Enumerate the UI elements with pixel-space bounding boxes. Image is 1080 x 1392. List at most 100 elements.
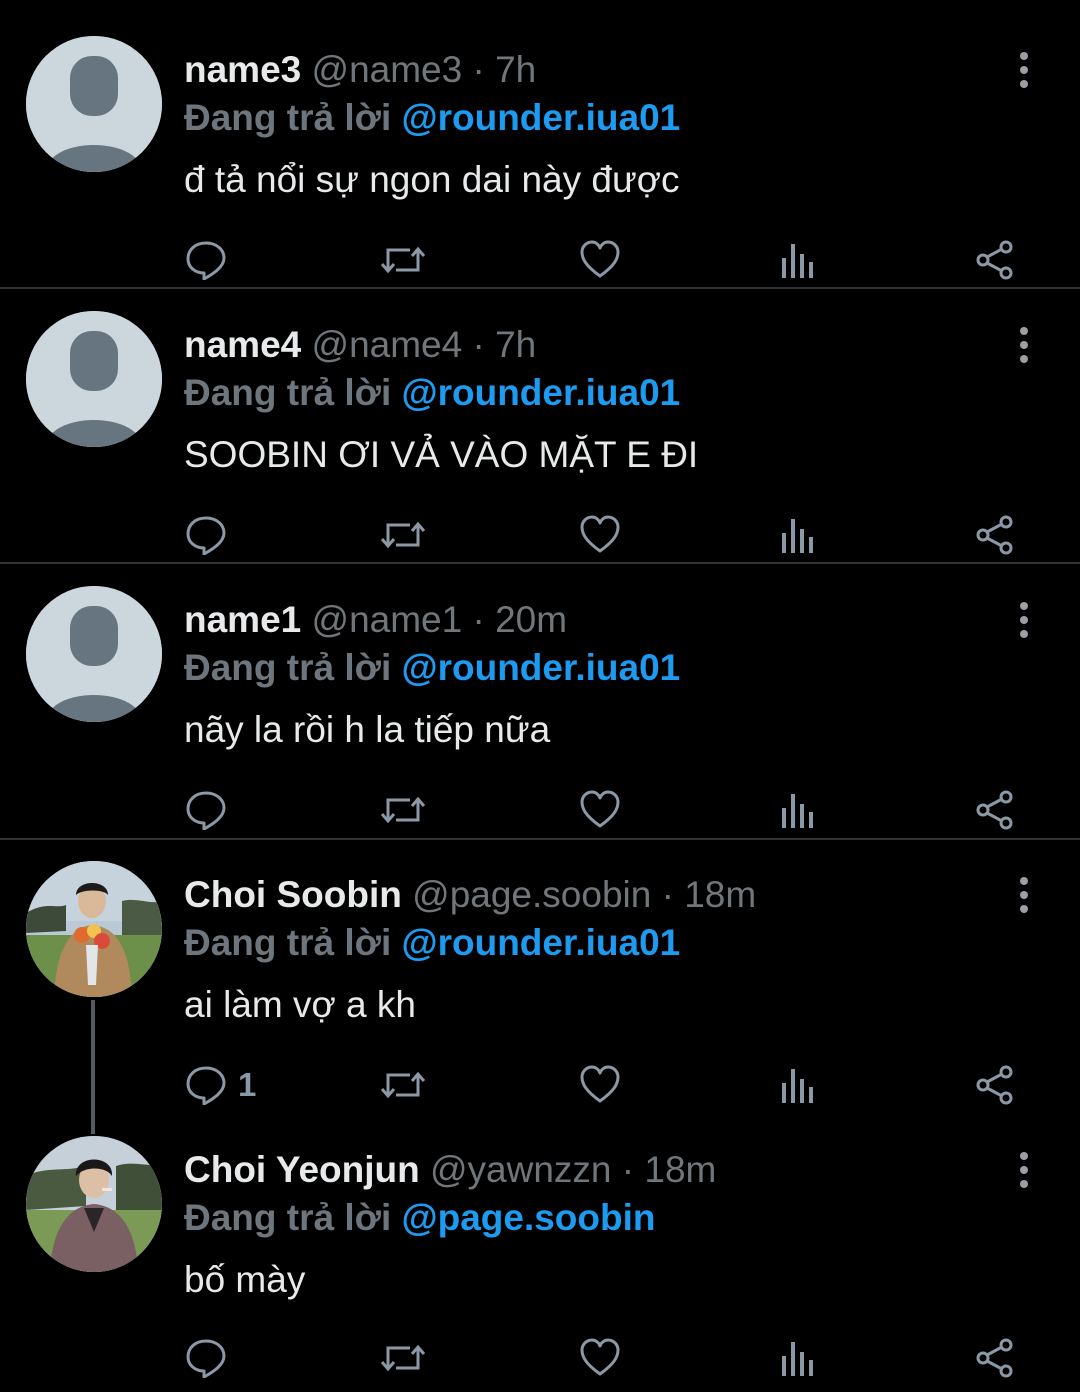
- action-bar: [0, 505, 1080, 565]
- heart-icon: [580, 790, 620, 828]
- share-button[interactable]: [974, 230, 1016, 290]
- like-button[interactable]: [580, 230, 620, 290]
- views-button[interactable]: [778, 780, 818, 840]
- retweet-button[interactable]: [380, 505, 426, 565]
- display-name[interactable]: Choi Soobin: [184, 874, 402, 915]
- retweet-button[interactable]: [380, 230, 426, 290]
- retweet-arrows-icon: [380, 521, 426, 549]
- reply-button[interactable]: [186, 1328, 238, 1388]
- comment-bubble-icon: [186, 1339, 226, 1378]
- separator-dot: ·: [621, 1149, 635, 1190]
- vertical-dots-icon: [1020, 877, 1028, 913]
- bar-chart-icon: [782, 1342, 813, 1376]
- heart-icon: [580, 515, 620, 553]
- share-button[interactable]: [974, 780, 1016, 840]
- retweet-button[interactable]: [380, 1328, 426, 1388]
- share-icon: [976, 515, 1013, 555]
- avatar[interactable]: [26, 1136, 162, 1272]
- tweet-item[interactable]: Choi Yeonjun @yawnzzn · 18m Đang trả lời…: [0, 1136, 1080, 1390]
- replying-to-link[interactable]: @rounder.iua01: [402, 372, 681, 413]
- action-bar: [0, 1328, 1080, 1388]
- like-button[interactable]: [580, 780, 620, 840]
- user-handle[interactable]: @name4: [312, 324, 463, 365]
- reply-count: 1: [238, 1066, 257, 1103]
- tweet-item[interactable]: name1 @name1 · 20m Đang trả lời @rounder…: [0, 586, 1080, 840]
- share-button[interactable]: [974, 1328, 1016, 1388]
- separator-dot: ·: [472, 324, 485, 365]
- replying-to-link[interactable]: @rounder.iua01: [402, 922, 681, 963]
- retweet-arrows-icon: [380, 1344, 426, 1372]
- bar-chart-icon: [782, 794, 813, 828]
- user-handle[interactable]: @yawnzzn: [430, 1149, 612, 1190]
- avatar[interactable]: [26, 311, 162, 447]
- views-button[interactable]: [778, 230, 818, 290]
- tweet-item[interactable]: name3 @name3 · 7h Đang trả lời @rounder.…: [0, 36, 1080, 290]
- replying-to: Đang trả lời @rounder.iua01: [184, 88, 680, 148]
- more-options-button[interactable]: [1004, 1150, 1044, 1190]
- heart-icon: [580, 1338, 620, 1376]
- avatar[interactable]: [26, 861, 162, 997]
- timestamp[interactable]: 7h: [495, 49, 536, 90]
- retweet-button[interactable]: [380, 780, 426, 840]
- share-icon: [976, 1065, 1013, 1105]
- like-button[interactable]: [580, 1328, 620, 1388]
- share-button[interactable]: [974, 505, 1016, 565]
- replying-to: Đang trả lời @rounder.iua01: [184, 913, 680, 973]
- tweet-text: nãy la rồi h la tiếp nữa: [184, 709, 551, 750]
- replying-to: Đang trả lời @rounder.iua01: [184, 363, 680, 423]
- replying-to-link[interactable]: @page.soobin: [402, 1197, 656, 1238]
- replying-to-label: Đang trả lời: [184, 372, 392, 413]
- display-name[interactable]: name4: [184, 324, 301, 365]
- heart-icon: [580, 240, 620, 278]
- replying-to-link[interactable]: @rounder.iua01: [402, 647, 681, 688]
- more-options-button[interactable]: [1004, 325, 1044, 365]
- replying-to-label: Đang trả lời: [184, 1197, 392, 1238]
- timestamp[interactable]: 20m: [495, 599, 567, 640]
- reply-button[interactable]: 1: [186, 1055, 256, 1115]
- timestamp[interactable]: 18m: [684, 874, 756, 915]
- action-bar: [0, 780, 1080, 840]
- replying-to-label: Đang trả lời: [184, 647, 392, 688]
- tweet-text: SOOBIN ƠI VẢ VÀO MẶT E ĐI: [184, 434, 699, 475]
- timestamp[interactable]: 18m: [644, 1149, 716, 1190]
- display-name[interactable]: name1: [184, 599, 301, 640]
- separator-dot: ·: [472, 49, 485, 90]
- reply-button[interactable]: [186, 780, 238, 840]
- default-avatar-icon: [26, 586, 162, 722]
- display-name[interactable]: Choi Yeonjun: [184, 1149, 420, 1190]
- replying-to-label: Đang trả lời: [184, 97, 392, 138]
- divider: [0, 838, 1080, 840]
- retweet-button[interactable]: [380, 1055, 426, 1115]
- user-handle[interactable]: @name1: [312, 599, 463, 640]
- bar-chart-icon: [782, 244, 813, 278]
- replying-to: Đang trả lời @rounder.iua01: [184, 638, 680, 698]
- more-options-button[interactable]: [1004, 50, 1044, 90]
- like-button[interactable]: [580, 1055, 620, 1115]
- display-name[interactable]: name3: [184, 49, 301, 90]
- share-icon: [976, 1338, 1013, 1378]
- views-button[interactable]: [778, 1055, 818, 1115]
- avatar[interactable]: [26, 586, 162, 722]
- more-options-button[interactable]: [1004, 875, 1044, 915]
- avatar[interactable]: [26, 36, 162, 172]
- replying-to-label: Đang trả lời: [184, 922, 392, 963]
- more-options-button[interactable]: [1004, 600, 1044, 640]
- views-button[interactable]: [778, 505, 818, 565]
- replying-to-link[interactable]: @rounder.iua01: [402, 97, 681, 138]
- timestamp[interactable]: 7h: [495, 324, 536, 365]
- user-handle[interactable]: @name3: [312, 49, 463, 90]
- reply-button[interactable]: [186, 230, 238, 290]
- user-handle[interactable]: @page.soobin: [412, 874, 651, 915]
- retweet-arrows-icon: [380, 1071, 426, 1099]
- share-button[interactable]: [974, 1055, 1016, 1115]
- separator-dot: ·: [661, 874, 674, 915]
- comment-bubble-icon: [186, 516, 226, 555]
- separator-dot: ·: [472, 599, 485, 640]
- tweet-item[interactable]: Choi Soobin @page.soobin · 18m Đang trả …: [0, 861, 1080, 1115]
- reply-button[interactable]: [186, 505, 238, 565]
- like-button[interactable]: [580, 505, 620, 565]
- tweet-item[interactable]: name4 @name4 · 7h Đang trả lời @rounder.…: [0, 311, 1080, 565]
- vertical-dots-icon: [1020, 602, 1028, 638]
- views-button[interactable]: [778, 1328, 818, 1388]
- profile-photo-yeonjun: [26, 1136, 162, 1272]
